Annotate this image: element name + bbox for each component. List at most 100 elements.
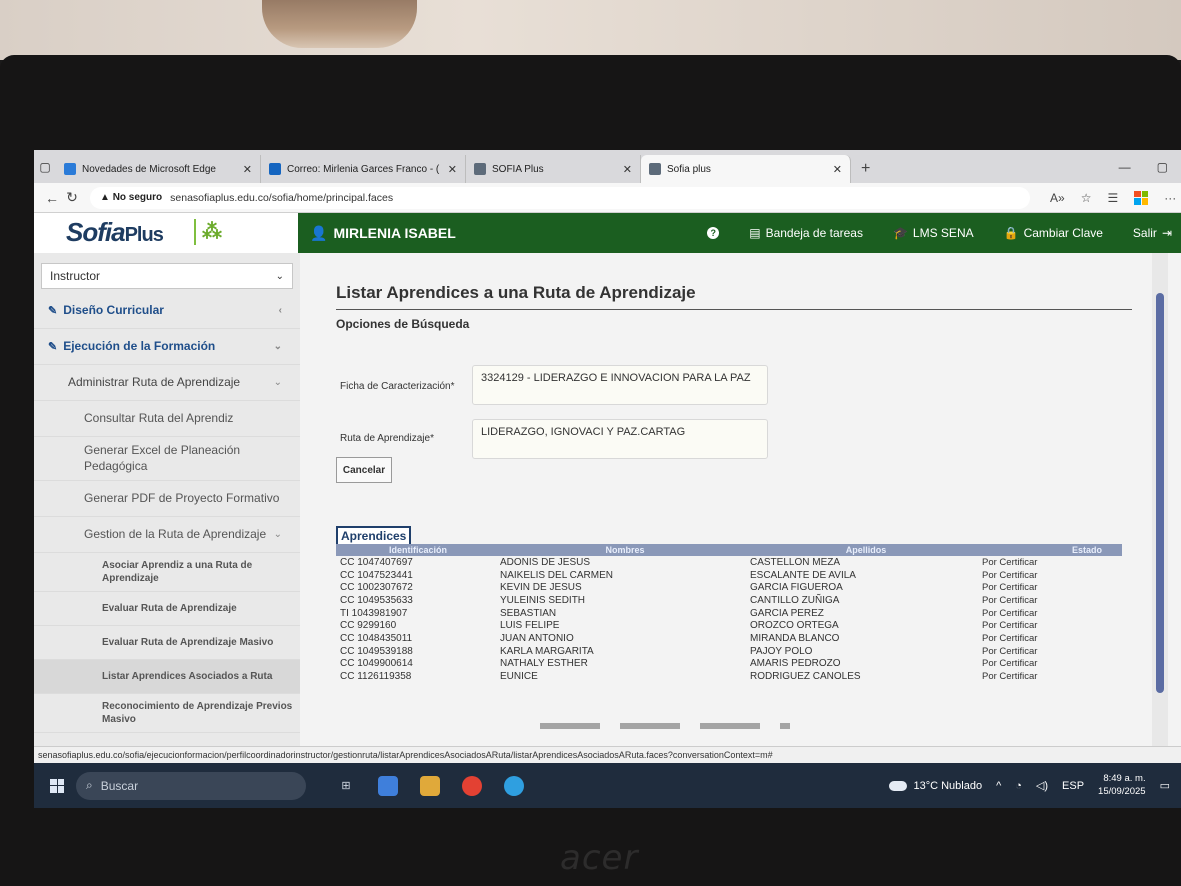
chrome-icon[interactable] (462, 775, 482, 796)
weather-widget[interactable]: 13°C Nublado (889, 780, 982, 792)
sidebar-item[interactable]: Asociar Aprendiz a una Ruta de Aprendiza… (34, 553, 300, 593)
help-icon[interactable]: ? (707, 227, 720, 239)
maximize-icon[interactable]: ▢ (1157, 160, 1168, 174)
minimize-icon[interactable]: — (1119, 160, 1131, 174)
tray-chevron-icon[interactable]: ^ (996, 780, 1001, 792)
edge-taskbar-icon[interactable] (504, 775, 524, 796)
refresh-icon[interactable]: ↻ (62, 189, 82, 206)
status-bar-url: senasofiaplus.edu.co/sofia/ejecucionform… (34, 746, 1181, 763)
change-password-link[interactable]: 🔒 Cambiar Clave (1004, 226, 1103, 240)
table-cell: ADONIS DE JESUS (500, 556, 591, 568)
header-actions: ? ▤ Bandeja de tareas 🎓 LMS SENA 🔒 Cambiar … (707, 226, 1181, 240)
table-row[interactable]: CC 1049535633 YULEINIS SEDITH CANTILLO ZUÑ… (336, 594, 1122, 607)
sidebar-item[interactable]: ✎ Ejecución de la Formación ⌄ (34, 329, 300, 365)
col-identificacion[interactable]: Identificación (336, 544, 500, 556)
sidebar-item[interactable]: Reconocimiento de Aprendizaje Previos Ma… (34, 694, 300, 734)
edit-icon: ✎ (48, 305, 58, 317)
network-icon[interactable]: ◔ (1015, 780, 1022, 792)
table-row[interactable]: CC 1049539188 KARLA MARGARITA PAJOY POLO Po… (336, 645, 1122, 658)
scrollbar-thumb[interactable] (1156, 293, 1164, 693)
sidebar-item[interactable]: Generar Excel de Planeación Pedagógica (34, 437, 300, 482)
sidebar-item[interactable]: Gestion de la Ruta de Aprendizaje ⌄ (34, 517, 300, 554)
table-row[interactable]: CC 9299160 LUIS FELIPE OROZCO ORTEGA Por Ce… (336, 619, 1122, 632)
close-icon[interactable]: ✕ (448, 163, 457, 176)
sidebar-item[interactable]: Evaluar Ruta de Aprendizaje (34, 592, 300, 627)
table-cell: NAIKELIS DEL CARMEN (500, 569, 613, 581)
table-row[interactable]: CC 1002307672 KEVIN DE JESUS GARCIA FIGUER… (336, 581, 1122, 594)
close-icon[interactable]: ✕ (623, 163, 632, 176)
lms-sena-link[interactable]: 🎓 LMS SENA (893, 226, 974, 240)
tab-actions-icon[interactable]: ▢ (34, 150, 56, 183)
tab-aprendices[interactable]: Aprendices (336, 526, 412, 546)
table-row[interactable]: CC 1126119358 EUNICE RODRIGUEZ CANOLES Por … (336, 670, 1122, 683)
cancel-button[interactable]: Cancelar (336, 457, 392, 483)
ruta-field[interactable]: LIDERAZGO, IGNOVACI Y PAZ.CARTAG (472, 419, 768, 459)
sidebar-item[interactable]: Generar PDF de Proyecto Formativo (34, 481, 300, 518)
close-icon[interactable]: ✕ (243, 163, 252, 176)
ruta-label: Ruta de Aprendizaje* (340, 433, 434, 444)
table-cell: Por Certificar (982, 582, 1038, 594)
table-cell: KARLA MARGARITA (500, 645, 594, 657)
table-row[interactable]: CC 1047523441 NAIKELIS DEL CARMEN ESCALANT… (336, 569, 1122, 582)
table-row[interactable]: CC 1049900614 NATHALY ESTHER AMARIS PEDROZ… (336, 658, 1122, 671)
taskbar-search[interactable]: ⌕ Buscar (76, 771, 306, 800)
more-options-icon[interactable]: ··· (1164, 191, 1176, 205)
browser-tab-edge-news[interactable]: Novedades de Microsoft Edge ✕ (56, 155, 261, 183)
table-row[interactable]: TI 1043981907 SEBASTIAN GARCIA PEREZ Por Ce… (336, 607, 1122, 620)
page-title: Listar Aprendices a una Ruta de Aprendiz… (336, 283, 696, 302)
browser-tab-sofia-plus-1[interactable]: SOFIA Plus ✕ (466, 155, 641, 183)
table-row[interactable]: CC 1047407697 ADONIS DE JESUS CASTELLON ME… (336, 556, 1122, 569)
main-content: Listar Aprendices a una Ruta de Aprendiz… (300, 253, 1168, 746)
url-input[interactable]: ▲ No seguro senasofiaplus.edu.co/sofia/h… (90, 186, 1030, 209)
sidebar-item[interactable]: Consultar Ruta del Aprendiz (34, 401, 300, 437)
col-estado[interactable]: Estado (982, 544, 1122, 556)
ficha-field[interactable]: 3324129 - LIDERAZGO E INNOVACION PARA LA… (472, 365, 768, 405)
sofia-favicon-icon (649, 163, 661, 175)
new-tab-button[interactable]: + (851, 155, 880, 183)
acer-brand-logo: acer (560, 838, 639, 878)
user-icon: 👤 (310, 224, 328, 241)
file-explorer-icon[interactable] (420, 775, 440, 796)
browser-tab-mail[interactable]: Correo: Mirlenia Garces Franco - ( ✕ (261, 155, 466, 183)
sidebar-item[interactable]: ✎ Diseño Curricular ‹ (34, 293, 300, 329)
chevron-icon: ⌄ (273, 529, 282, 541)
read-aloud-icon[interactable]: A» (1050, 191, 1065, 205)
table-cell: OROZCO ORTEGA (750, 620, 839, 632)
browser-tab-sofia-plus-2[interactable]: Sofia plus ✕ (641, 155, 851, 183)
table-cell: JUAN ANTONIO (500, 632, 574, 644)
language-indicator[interactable]: ESP (1062, 780, 1084, 792)
table-row[interactable]: CC 1048435011 JUAN ANTONIO MIRANDA BLANCO P… (336, 632, 1122, 645)
table-cell: Por Certificar (982, 594, 1038, 606)
sidebar-item[interactable]: Listar Aprendices Asociados a Ruta (34, 660, 300, 695)
col-apellidos[interactable]: Apellidos (750, 544, 982, 556)
task-view-icon[interactable]: ⊞ (336, 776, 356, 796)
background-room (0, 0, 1181, 60)
sidebar-item[interactable]: Evaluar Ruta de Aprendizaje Masivo (34, 626, 300, 661)
not-secure-warning[interactable]: ▲ No seguro (100, 192, 162, 203)
windows-start-icon[interactable] (50, 778, 64, 793)
chevron-icon: ‹ (278, 305, 282, 316)
pagination[interactable] (540, 723, 790, 729)
cloud-icon (889, 780, 908, 791)
clock[interactable]: 8:49 a. m. 15/09/2025 (1098, 773, 1146, 798)
lock-icon: 🔒 (1003, 226, 1019, 240)
edit-icon: ✎ (48, 341, 58, 353)
favorite-star-icon[interactable]: ☆ (1081, 191, 1092, 205)
table-cell: Por Certificar (982, 620, 1038, 632)
sidebar-item[interactable]: Administrar Ruta de Aprendizaje ⌄ (34, 365, 300, 401)
page-scrollbar[interactable] (1152, 253, 1168, 746)
sofia-plus-logo[interactable]: SofiaPlus (66, 217, 164, 248)
volume-icon[interactable]: ◁) (1036, 779, 1048, 792)
role-select[interactable]: Instructor ⌄ (41, 263, 293, 289)
microsoft-apps-icon[interactable] (1134, 190, 1149, 205)
copilot-icon[interactable] (378, 775, 398, 796)
close-icon[interactable]: ✕ (833, 163, 842, 176)
system-tray: 13°C Nublado ^ ◔ ◁) ESP 8:49 a. m. 15/09… (889, 773, 1181, 798)
notifications-icon[interactable]: ▭ (1160, 779, 1170, 792)
col-nombres[interactable]: Nombres (500, 544, 750, 556)
back-icon[interactable]: ← (42, 190, 62, 206)
task-inbox-link[interactable]: ▤ Bandeja de tareas (749, 226, 863, 240)
table-cell: CANTILLO ZUÑIGA (750, 594, 840, 606)
favorites-icon[interactable]: ☰ (1107, 191, 1118, 205)
logout-link[interactable]: Salir ⇥ (1133, 226, 1172, 240)
